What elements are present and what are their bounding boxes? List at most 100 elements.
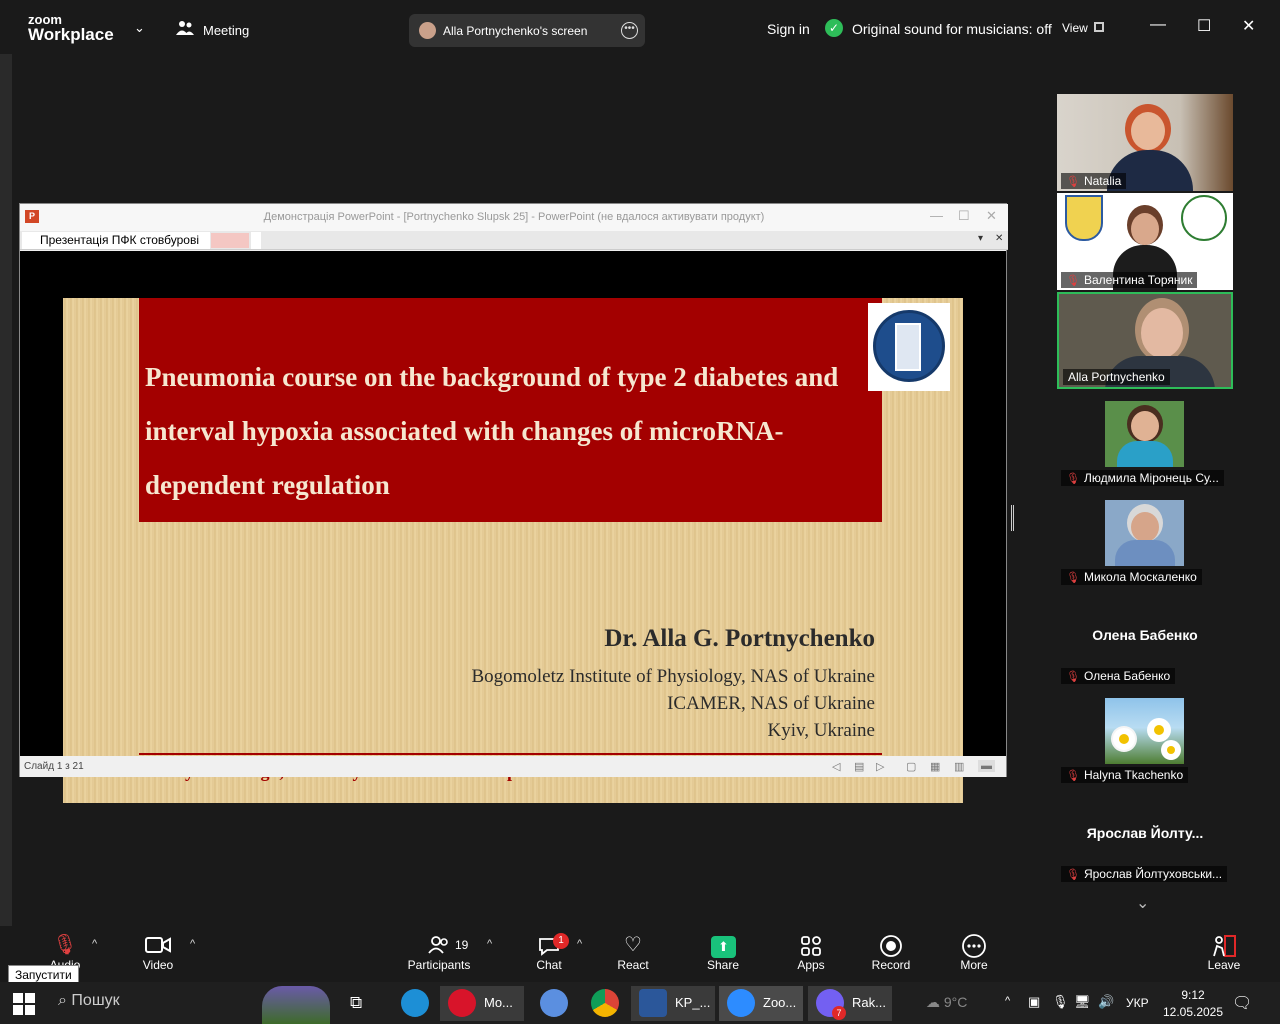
search-icon: ⌕ bbox=[58, 992, 67, 1009]
windows-start-icon[interactable] bbox=[13, 993, 35, 1015]
taskbar-search[interactable]: ⌕ Пошук bbox=[58, 992, 120, 1010]
video-button[interactable]: Video bbox=[118, 926, 198, 982]
word-taskbar-button[interactable]: KP_... bbox=[631, 986, 715, 1021]
react-button[interactable]: ♡ React bbox=[593, 926, 673, 982]
institute-logo bbox=[868, 303, 950, 391]
next-slide-icon[interactable]: ▷ bbox=[876, 760, 884, 773]
participant-avatar-name: Ярослав Йолту... bbox=[1086, 825, 1204, 841]
leave-button[interactable]: Leave bbox=[1184, 926, 1264, 982]
sign-in-link[interactable]: Sign in bbox=[767, 21, 810, 37]
meeting-menu[interactable]: Meeting bbox=[203, 23, 249, 38]
splitter-handle[interactable] bbox=[1011, 505, 1014, 531]
participants-button[interactable]: Participants bbox=[399, 926, 479, 982]
participants-count: 19 bbox=[455, 938, 469, 952]
viber-taskbar-button[interactable]: Rak... 7 bbox=[808, 986, 892, 1021]
powerpoint-icon: P bbox=[25, 210, 39, 223]
ppt-minimize-icon[interactable]: — bbox=[930, 208, 943, 223]
clock-date: 12.05.2025 bbox=[1162, 1005, 1224, 1019]
participant-name: 🎙 Halyna Tkachenko bbox=[1061, 767, 1189, 783]
weather-widget[interactable]: ☁ 9°C bbox=[926, 994, 967, 1011]
gallery-scroll-down-icon[interactable]: ⌄ bbox=[1136, 893, 1149, 913]
zoom-taskbar-button[interactable]: Zoo... bbox=[719, 986, 803, 1021]
participant-name: 🎙 Микола Москаленко bbox=[1061, 569, 1202, 585]
participant-tile[interactable]: 🎙 Микола Москаленко bbox=[1057, 490, 1233, 587]
language-indicator[interactable]: УКР bbox=[1126, 996, 1149, 1010]
chrome-taskbar-button[interactable] bbox=[583, 986, 623, 1021]
participant-tile[interactable]: 🎙 Halyna Tkachenko bbox=[1057, 688, 1233, 785]
reading-view-icon[interactable]: ▥ bbox=[954, 760, 964, 773]
participant-tile[interactable]: Олена Бабенко 🎙 Олена Бабенко bbox=[1057, 589, 1233, 686]
flowers-widget-icon[interactable] bbox=[262, 986, 330, 1024]
powerpoint-window: Демонстрація PowerPoint - [Portnychenko … bbox=[19, 203, 1008, 803]
heart-icon: ♡ bbox=[624, 934, 642, 956]
notifications-icon[interactable]: 🗨 bbox=[1232, 993, 1252, 1013]
chat-button[interactable]: Chat bbox=[509, 926, 589, 982]
menu-icon[interactable]: ▤ bbox=[854, 760, 864, 773]
camera-tray-icon[interactable]: ▣ bbox=[1028, 994, 1040, 1010]
video-options-caret[interactable]: ^ bbox=[190, 938, 195, 950]
participant-tile-active-speaker[interactable]: Alla Portnychenko bbox=[1057, 292, 1233, 389]
tab-new[interactable] bbox=[251, 232, 261, 249]
prev-slide-icon[interactable]: ◁ bbox=[832, 760, 840, 773]
ppt-tab-bar: Презентація ПФК стовбурові ▾ ✕ bbox=[20, 231, 1008, 250]
slide-counter: Слайд 1 з 21 bbox=[24, 761, 84, 772]
divider-line bbox=[139, 753, 882, 755]
network-icon[interactable]: 🖥 bbox=[1074, 994, 1091, 1010]
cloud-icon: ☁ bbox=[926, 994, 940, 1010]
participants-options-caret[interactable]: ^ bbox=[487, 938, 492, 950]
viber-badge: 7 bbox=[832, 1006, 846, 1020]
normal-view-icon[interactable]: ▢ bbox=[906, 760, 916, 773]
building-icon bbox=[895, 323, 921, 371]
tray-chevron-icon[interactable]: ^ bbox=[1005, 995, 1010, 1007]
apps-button[interactable]: Apps bbox=[771, 926, 851, 982]
left-edge bbox=[0, 54, 12, 926]
zoom-title-bar: zoom Workplace ⌄ Meeting Alla Portnychen… bbox=[0, 0, 1280, 54]
apps-icon bbox=[771, 926, 851, 958]
affiliation-2: ICAMER, NAS of Ukraine bbox=[667, 693, 875, 714]
edge-icon bbox=[401, 989, 429, 1017]
chrome-icon bbox=[591, 989, 619, 1017]
audio-options-caret[interactable]: ^ bbox=[92, 938, 97, 950]
original-sound-button[interactable]: Original sound for musicians: off bbox=[852, 21, 1052, 37]
minimize-icon[interactable]: — bbox=[1150, 16, 1166, 34]
ppt-status-bar: Слайд 1 з 21 ◁ ▤ ▷ ▢ ▦ ▥ ▬ bbox=[20, 756, 1006, 777]
screen-share-label: Alla Portnychenko's screen bbox=[443, 24, 588, 38]
share-screen-icon[interactable]: ⬆ bbox=[711, 936, 736, 958]
chat-options-caret[interactable]: ^ bbox=[577, 938, 582, 950]
tab-secondary[interactable] bbox=[211, 233, 249, 248]
video-camera-icon bbox=[118, 926, 198, 958]
dropdown-icon[interactable]: ▾ bbox=[978, 233, 983, 244]
participant-tile[interactable]: Ярослав Йолту... 🎙 Ярослав Йолтуховськи..… bbox=[1057, 787, 1233, 884]
participant-avatar-name: Олена Бабенко bbox=[1092, 627, 1198, 643]
meeting-toolbar: 🎙 Audio ^ Video ^ Participants 19 ^ Chat… bbox=[0, 926, 1280, 982]
participant-tile[interactable]: 🎙 Валентина Торяник bbox=[1057, 193, 1233, 290]
close-icon[interactable]: ✕ bbox=[1242, 16, 1255, 36]
ppt-maximize-icon[interactable]: ☐ bbox=[958, 208, 970, 224]
participant-name: Alla Portnychenko bbox=[1063, 369, 1170, 385]
edge-taskbar-button[interactable] bbox=[393, 986, 433, 1021]
volume-icon[interactable]: 🔊 bbox=[1098, 994, 1114, 1010]
opera-taskbar-button[interactable]: Mo... bbox=[440, 986, 524, 1021]
more-options-icon[interactable]: ••• bbox=[621, 22, 638, 39]
slideshow-view-icon[interactable]: ▬ bbox=[978, 760, 995, 772]
record-button[interactable]: Record bbox=[851, 926, 931, 982]
tab-close-icon[interactable]: ✕ bbox=[995, 233, 1003, 244]
ppt-close-icon[interactable]: ✕ bbox=[986, 208, 997, 224]
screen-share-pill[interactable]: Alla Portnychenko's screen ••• bbox=[409, 14, 645, 47]
view-button[interactable]: View bbox=[1062, 21, 1088, 35]
mic-tray-icon[interactable]: 🎙 bbox=[1052, 994, 1069, 1010]
chevron-down-icon[interactable]: ⌄ bbox=[134, 20, 145, 36]
chromium-taskbar-button[interactable] bbox=[532, 986, 572, 1021]
participant-tile[interactable]: 🎙 Natalia bbox=[1057, 94, 1233, 191]
mic-muted-icon: 🎙 bbox=[1066, 176, 1080, 188]
maximize-icon[interactable]: ☐ bbox=[1197, 16, 1211, 36]
mic-muted-icon: 🎙 bbox=[1066, 275, 1080, 287]
clock[interactable]: 9:12 12.05.2025 bbox=[1162, 988, 1224, 1019]
ppt-title-bar: Демонстрація PowerPoint - [Portnychenko … bbox=[20, 204, 1008, 231]
task-view-icon[interactable]: ⧉ bbox=[350, 993, 362, 1013]
grid-view-icon[interactable] bbox=[1094, 22, 1104, 32]
more-button[interactable]: More bbox=[934, 926, 1014, 982]
participant-tile[interactable]: 🎙 Людмила Міронець Су... bbox=[1057, 391, 1233, 488]
tab-presentation[interactable]: Презентація ПФК стовбурові bbox=[22, 232, 210, 249]
sorter-view-icon[interactable]: ▦ bbox=[930, 760, 940, 773]
